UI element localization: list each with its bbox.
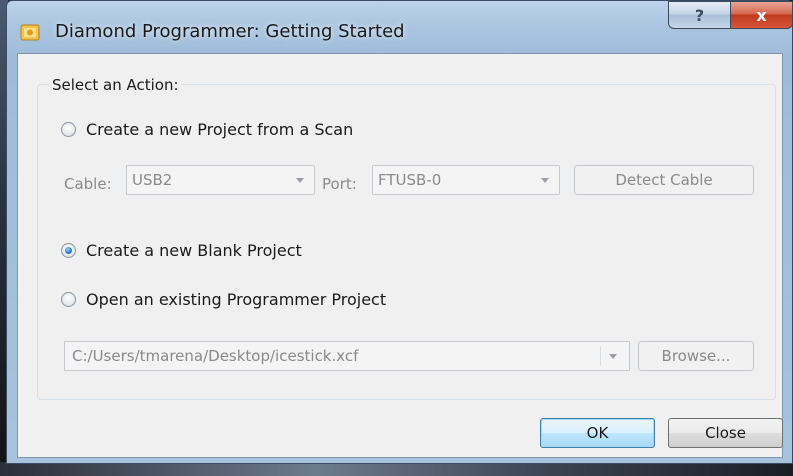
cable-value: USB2 (132, 171, 173, 189)
chevron-down-icon (541, 178, 549, 183)
port-label: Port: (322, 175, 357, 193)
help-button[interactable]: ? (668, 1, 731, 29)
close-icon: x (756, 5, 767, 25)
diamond-programmer-icon (20, 24, 40, 41)
project-path-value: C:/Users/tmarena/Desktop/icestick.xcf (72, 347, 359, 365)
option-blank-label: Create a new Blank Project (86, 241, 302, 260)
cable-label: Cable: (64, 175, 112, 193)
taskbar-edge (0, 462, 793, 476)
combo-separator (600, 346, 601, 366)
group-label: Select an Action: (49, 76, 182, 94)
browse-button[interactable]: Browse... (638, 341, 754, 371)
title-bar[interactable]: Diamond Programmer: Getting Started ? x (7, 1, 793, 51)
option-scan-label: Create a new Project from a Scan (86, 120, 354, 139)
port-select[interactable]: FTUSB-0 (372, 165, 560, 195)
ok-button[interactable]: OK (540, 418, 655, 448)
window-title: Diamond Programmer: Getting Started (55, 21, 405, 42)
option-blank[interactable]: Create a new Blank Project (61, 241, 302, 260)
option-open[interactable]: Open an existing Programmer Project (61, 290, 386, 309)
cable-select[interactable]: USB2 (126, 165, 315, 195)
radio-blank[interactable] (61, 243, 76, 258)
close-button[interactable]: Close (668, 418, 783, 448)
port-value: FTUSB-0 (378, 171, 442, 189)
project-path-field[interactable]: C:/Users/tmarena/Desktop/icestick.xcf (64, 341, 630, 371)
window-close-button[interactable]: x (730, 1, 793, 29)
dialog-window: Diamond Programmer: Getting Started ? x … (6, 0, 793, 464)
option-scan[interactable]: Create a new Project from a Scan (61, 120, 353, 139)
radio-open[interactable] (61, 292, 76, 307)
chevron-down-icon (296, 178, 304, 183)
detect-cable-button[interactable]: Detect Cable (574, 165, 754, 195)
chevron-down-icon (609, 354, 617, 359)
option-open-label: Open an existing Programmer Project (86, 290, 387, 309)
dialog-client-area: Select an Action: Create a new Project f… (17, 53, 783, 458)
radio-scan[interactable] (61, 122, 76, 137)
